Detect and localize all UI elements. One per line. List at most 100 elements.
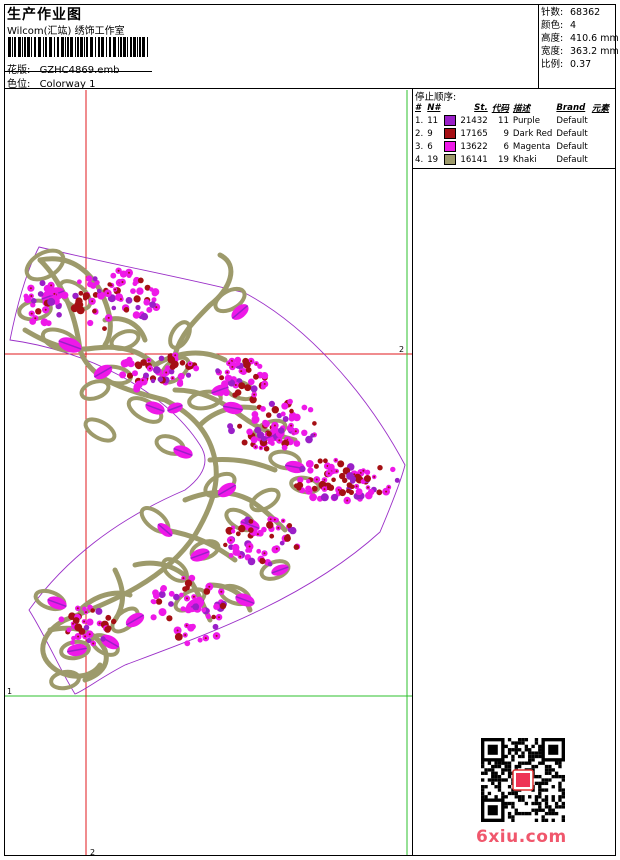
qr-module [524,738,529,742]
khaki-leaf [168,320,192,350]
qr-module [487,778,492,782]
qr-module [497,785,502,789]
qr-module [531,751,535,755]
flower-dot [146,306,153,313]
flower-center [335,470,338,473]
flower-center [278,439,281,442]
khaki-leaf [249,487,281,513]
flower-center [29,287,32,290]
info-divider [538,4,539,88]
flower-dot [83,624,90,631]
flower-center [147,359,150,362]
flower-dot [219,602,227,610]
flower-dot [78,290,84,296]
flower-dot [230,529,236,534]
qr-module [494,778,498,782]
barcode-bar [120,37,122,57]
qr-module [524,748,529,752]
flower-center [85,611,87,614]
qr-module [491,764,495,769]
qr-module [517,798,522,802]
barcode-bar [45,37,47,57]
flower-dot [127,360,135,368]
qr-module [494,761,498,765]
flower-dot [394,477,400,483]
flower-center [220,590,223,593]
qr-module [517,761,522,765]
flower-dot [331,477,336,483]
flower-dot [184,579,193,587]
qr-module [534,764,539,769]
qr-module [507,815,512,819]
flower-dot [56,312,62,318]
barcode [8,37,148,57]
flower-center [282,519,285,522]
qr-module [531,764,535,769]
flower-dot [390,466,396,473]
barcode-bar [77,37,79,57]
qr-module [544,805,549,809]
flower-dot [133,295,141,303]
qr-module [514,795,518,799]
flower-dot [266,521,274,529]
col-st: St. [474,102,488,113]
flower-dot [47,297,56,306]
qr-module [491,781,495,786]
flower-dot [377,465,383,471]
flower-dot [205,613,211,620]
qr-module [544,781,549,786]
qr-module [481,788,485,792]
qr-module [538,774,542,779]
design-width: 363.2 mm [570,46,619,57]
barcode-bar [118,37,119,57]
flower-center [77,635,80,638]
barcode-bar [18,37,21,57]
flower-center [84,635,87,638]
flower-center [323,488,326,491]
design-info: 针数: 68362 颜色: 4 高度: 410.6 mm 宽度: 363.2 mm 比例… [541,6,619,71]
flower-center [259,446,262,449]
qr-module [507,761,512,765]
qr-module [484,785,488,789]
flower-dot [307,467,314,474]
flower-dot [75,297,83,305]
barcode-bar [95,37,96,57]
flower-dot [70,640,75,645]
flower-center [355,485,358,488]
qr-logo-seal [516,773,530,787]
flower-dot [152,589,159,597]
barcode-bar [139,37,141,57]
stop-brand: Default [556,128,588,139]
qr-module [511,815,515,819]
flower-dot [74,623,83,632]
flower-dot [256,431,264,439]
flower-dot [376,489,383,496]
barcode-bar [67,37,69,57]
barcode-bar [86,37,88,57]
qr-module [534,818,539,822]
flower-center [240,370,243,373]
flower-center [155,306,158,309]
flower-dot [155,598,163,605]
flower-center [254,446,257,448]
khaki-leaf [83,417,117,443]
qr-module [507,748,512,752]
qr-module [538,748,542,752]
qr-module [524,801,529,806]
qr-module [497,764,502,769]
qr-module [484,768,488,772]
flower-center [218,616,220,619]
qr-module [538,754,542,759]
qr-module [487,791,492,796]
barcode-bar [80,37,83,57]
flower-center [30,312,33,315]
stop-num: 3. [415,141,424,152]
flower-dot [278,427,285,434]
qr-module [558,785,562,789]
flower-dot [227,423,234,430]
stop-code: 9 [503,128,509,139]
qr-module [528,795,532,799]
flower-dot [110,272,117,279]
qr-module [507,751,512,755]
flower-dot [157,376,164,383]
